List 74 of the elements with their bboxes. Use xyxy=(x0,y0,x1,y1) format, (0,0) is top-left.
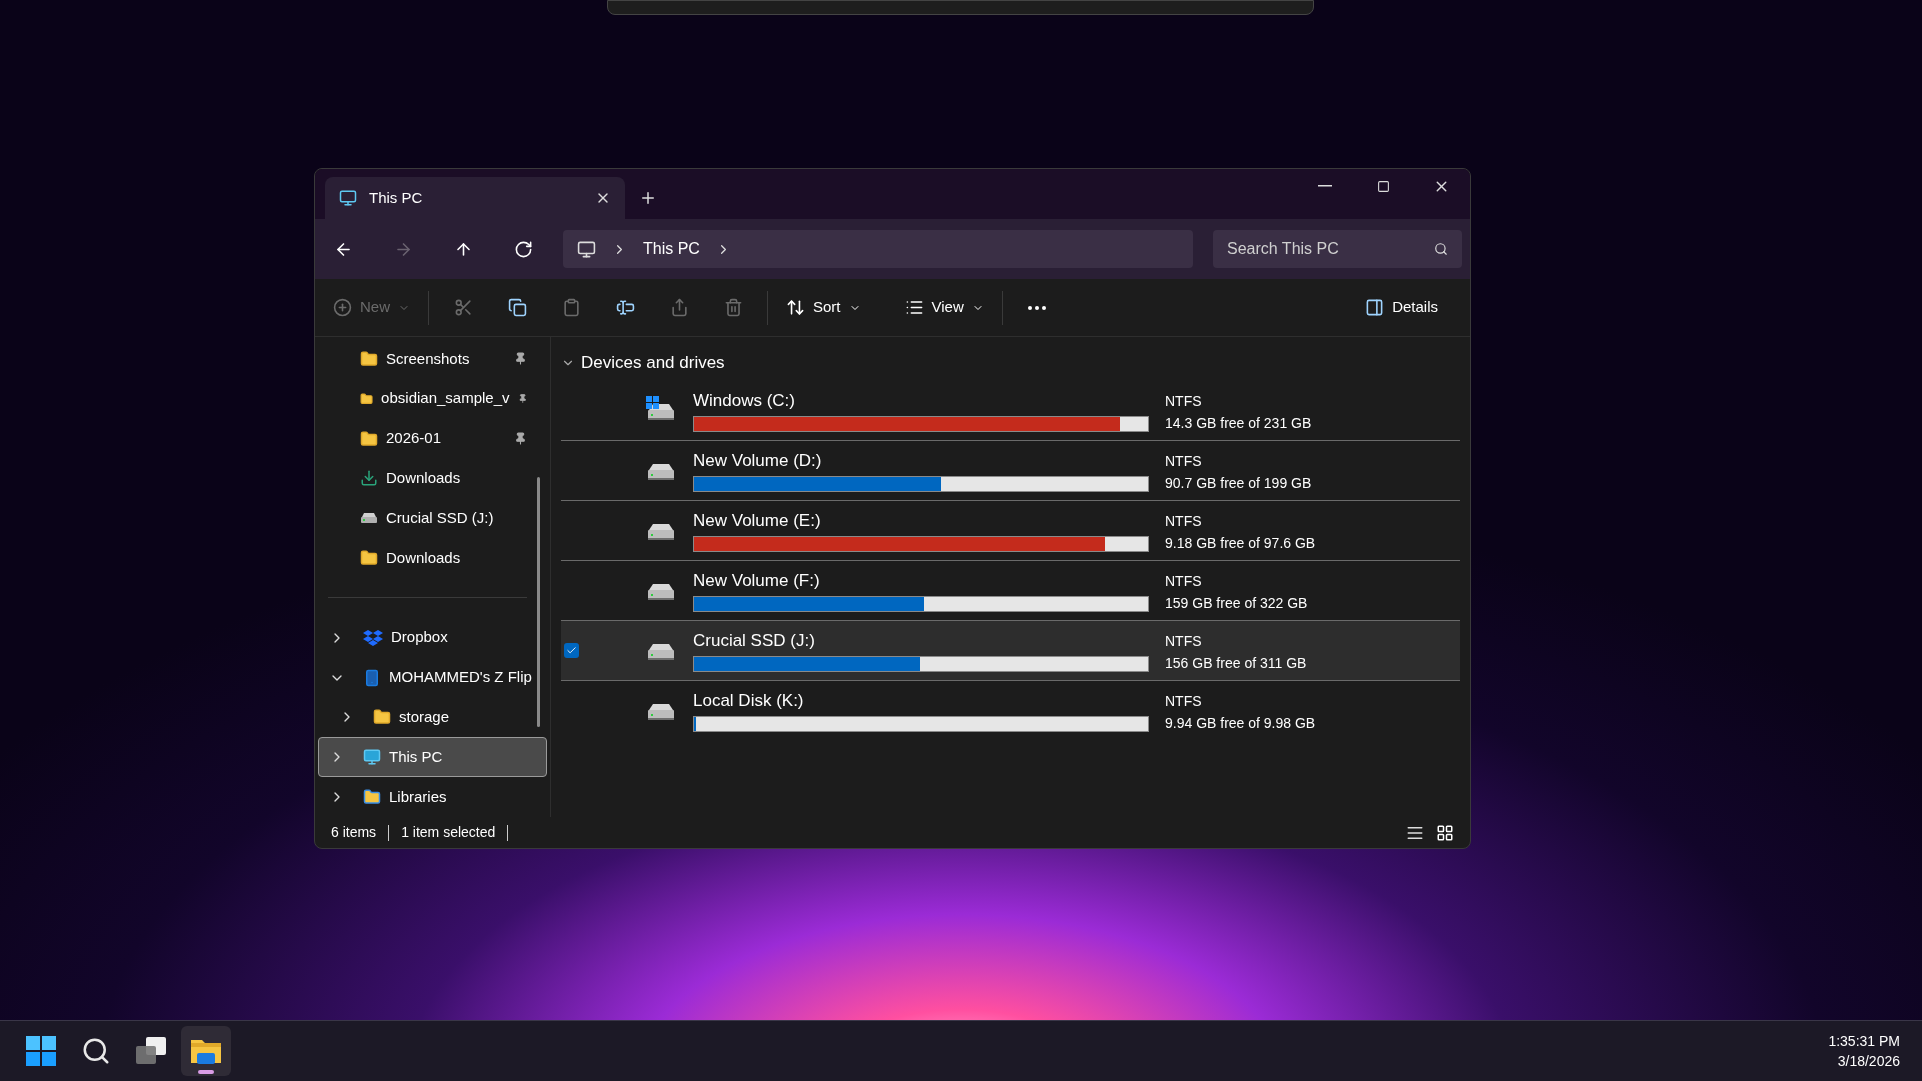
sidebar-item[interactable]: 2026-01 xyxy=(318,418,547,459)
drive-row[interactable]: Windows (C:) NTFS 14.3 GB free of 231 GB xyxy=(561,381,1460,441)
phone-icon xyxy=(363,668,381,687)
file-system-label: NTFS xyxy=(1165,391,1203,411)
free-space-label: 156 GB free of 311 GB xyxy=(1165,653,1307,673)
drive-row[interactable]: New Volume (F:) NTFS 159 GB free of 322 GB xyxy=(561,561,1460,621)
free-space-label: 90.7 GB free of 199 GB xyxy=(1165,473,1312,493)
sidebar-item[interactable]: Downloads xyxy=(318,458,547,499)
tab-title: This PC xyxy=(369,187,424,208)
drive-name: New Volume (E:) xyxy=(693,509,822,532)
monitor-icon xyxy=(363,748,381,767)
drive-name: New Volume (F:) xyxy=(693,569,821,592)
sidebar-item[interactable]: Downloads xyxy=(318,538,547,578)
drive-name: Local Disk (K:) xyxy=(693,689,805,712)
check-icon xyxy=(566,645,577,656)
folder-icon xyxy=(360,349,378,368)
checkbox[interactable] xyxy=(564,643,579,658)
file-system-label: NTFS xyxy=(1165,451,1203,471)
monitor-icon xyxy=(339,189,357,207)
details-button[interactable]: Details xyxy=(1355,287,1448,328)
item-count: 6 items xyxy=(331,823,377,842)
free-space-label: 14.3 GB free of 231 GB xyxy=(1165,413,1312,433)
search-field[interactable]: Search This PC xyxy=(1213,230,1462,268)
sidebar-item[interactable]: This PC xyxy=(318,737,547,778)
sidebar-item[interactable]: obsidian_sample_v xyxy=(318,378,547,419)
drive-row[interactable]: New Volume (E:) NTFS 9.18 GB free of 97.6 GB xyxy=(561,501,1460,561)
monitor-icon xyxy=(577,239,596,259)
folder-icon xyxy=(191,1037,221,1065)
browser-tab[interactable]: This PC xyxy=(325,177,625,219)
maximize-icon xyxy=(1376,179,1390,193)
sidebar-item[interactable]: Screenshots xyxy=(318,339,547,379)
folder-icon xyxy=(360,429,378,448)
drive-name: Crucial SSD (J:) xyxy=(693,629,816,652)
drive-row[interactable]: Crucial SSD (J:) NTFS 156 GB free of 311 GB xyxy=(561,621,1460,681)
library-icon xyxy=(363,788,381,807)
free-space-label: 9.18 GB free of 97.6 GB xyxy=(1165,533,1316,553)
drive-name: Windows (C:) xyxy=(693,389,796,412)
view-button[interactable]: View xyxy=(894,287,994,328)
scrollbar[interactable] xyxy=(537,477,540,727)
tiles-view-icon[interactable] xyxy=(1436,823,1454,842)
file-system-label: NTFS xyxy=(1165,691,1203,711)
sidebar-item[interactable]: Libraries xyxy=(318,777,547,817)
windows-logo-icon xyxy=(26,1036,56,1066)
file-system-label: NTFS xyxy=(1165,571,1203,591)
taskbar-app-button[interactable] xyxy=(181,1026,231,1076)
section-header[interactable]: Devices and drives xyxy=(561,349,1460,377)
folder-icon xyxy=(360,549,378,568)
search-icon xyxy=(1434,242,1448,256)
new-tab-icon[interactable] xyxy=(639,189,657,207)
task-view-icon xyxy=(136,1037,166,1065)
free-space-label: 159 GB free of 322 GB xyxy=(1165,593,1308,613)
drive-icon xyxy=(360,512,378,525)
download-icon xyxy=(360,469,378,488)
sidebar-item[interactable]: Crucial SSD (J:) xyxy=(318,498,547,539)
sidebar-item[interactable]: storage xyxy=(318,697,547,738)
clock-date[interactable]: 3/18/2026 xyxy=(1837,1051,1900,1071)
sidebar-item[interactable]: MOHAMMED's Z Flip xyxy=(318,657,547,698)
drive-row[interactable]: New Volume (D:) NTFS 90.7 GB free of 199 GB xyxy=(561,441,1460,501)
sort-button[interactable]: Sort xyxy=(776,287,871,328)
active-indicator xyxy=(198,1070,214,1074)
file-system-label: NTFS xyxy=(1165,631,1203,651)
folder-icon xyxy=(373,708,391,727)
selection-count: 1 item selected xyxy=(401,823,496,842)
drive-row[interactable]: Local Disk (K:) NTFS 9.94 GB free of 9.98 GB xyxy=(561,681,1460,741)
dropbox-icon xyxy=(363,628,383,647)
free-space-label: 9.94 GB free of 9.98 GB xyxy=(1165,713,1316,733)
sidebar-item[interactable]: Dropbox xyxy=(318,617,547,658)
drive-name: New Volume (D:) xyxy=(693,449,823,472)
clock-time[interactable]: 1:35:31 PM xyxy=(1828,1031,1900,1051)
breadcrumb[interactable]: This PC xyxy=(643,237,700,261)
search-icon xyxy=(81,1036,111,1066)
minimize-icon xyxy=(1318,185,1332,187)
file-system-label: NTFS xyxy=(1165,511,1203,531)
address-bar[interactable]: This PC xyxy=(563,230,1193,268)
